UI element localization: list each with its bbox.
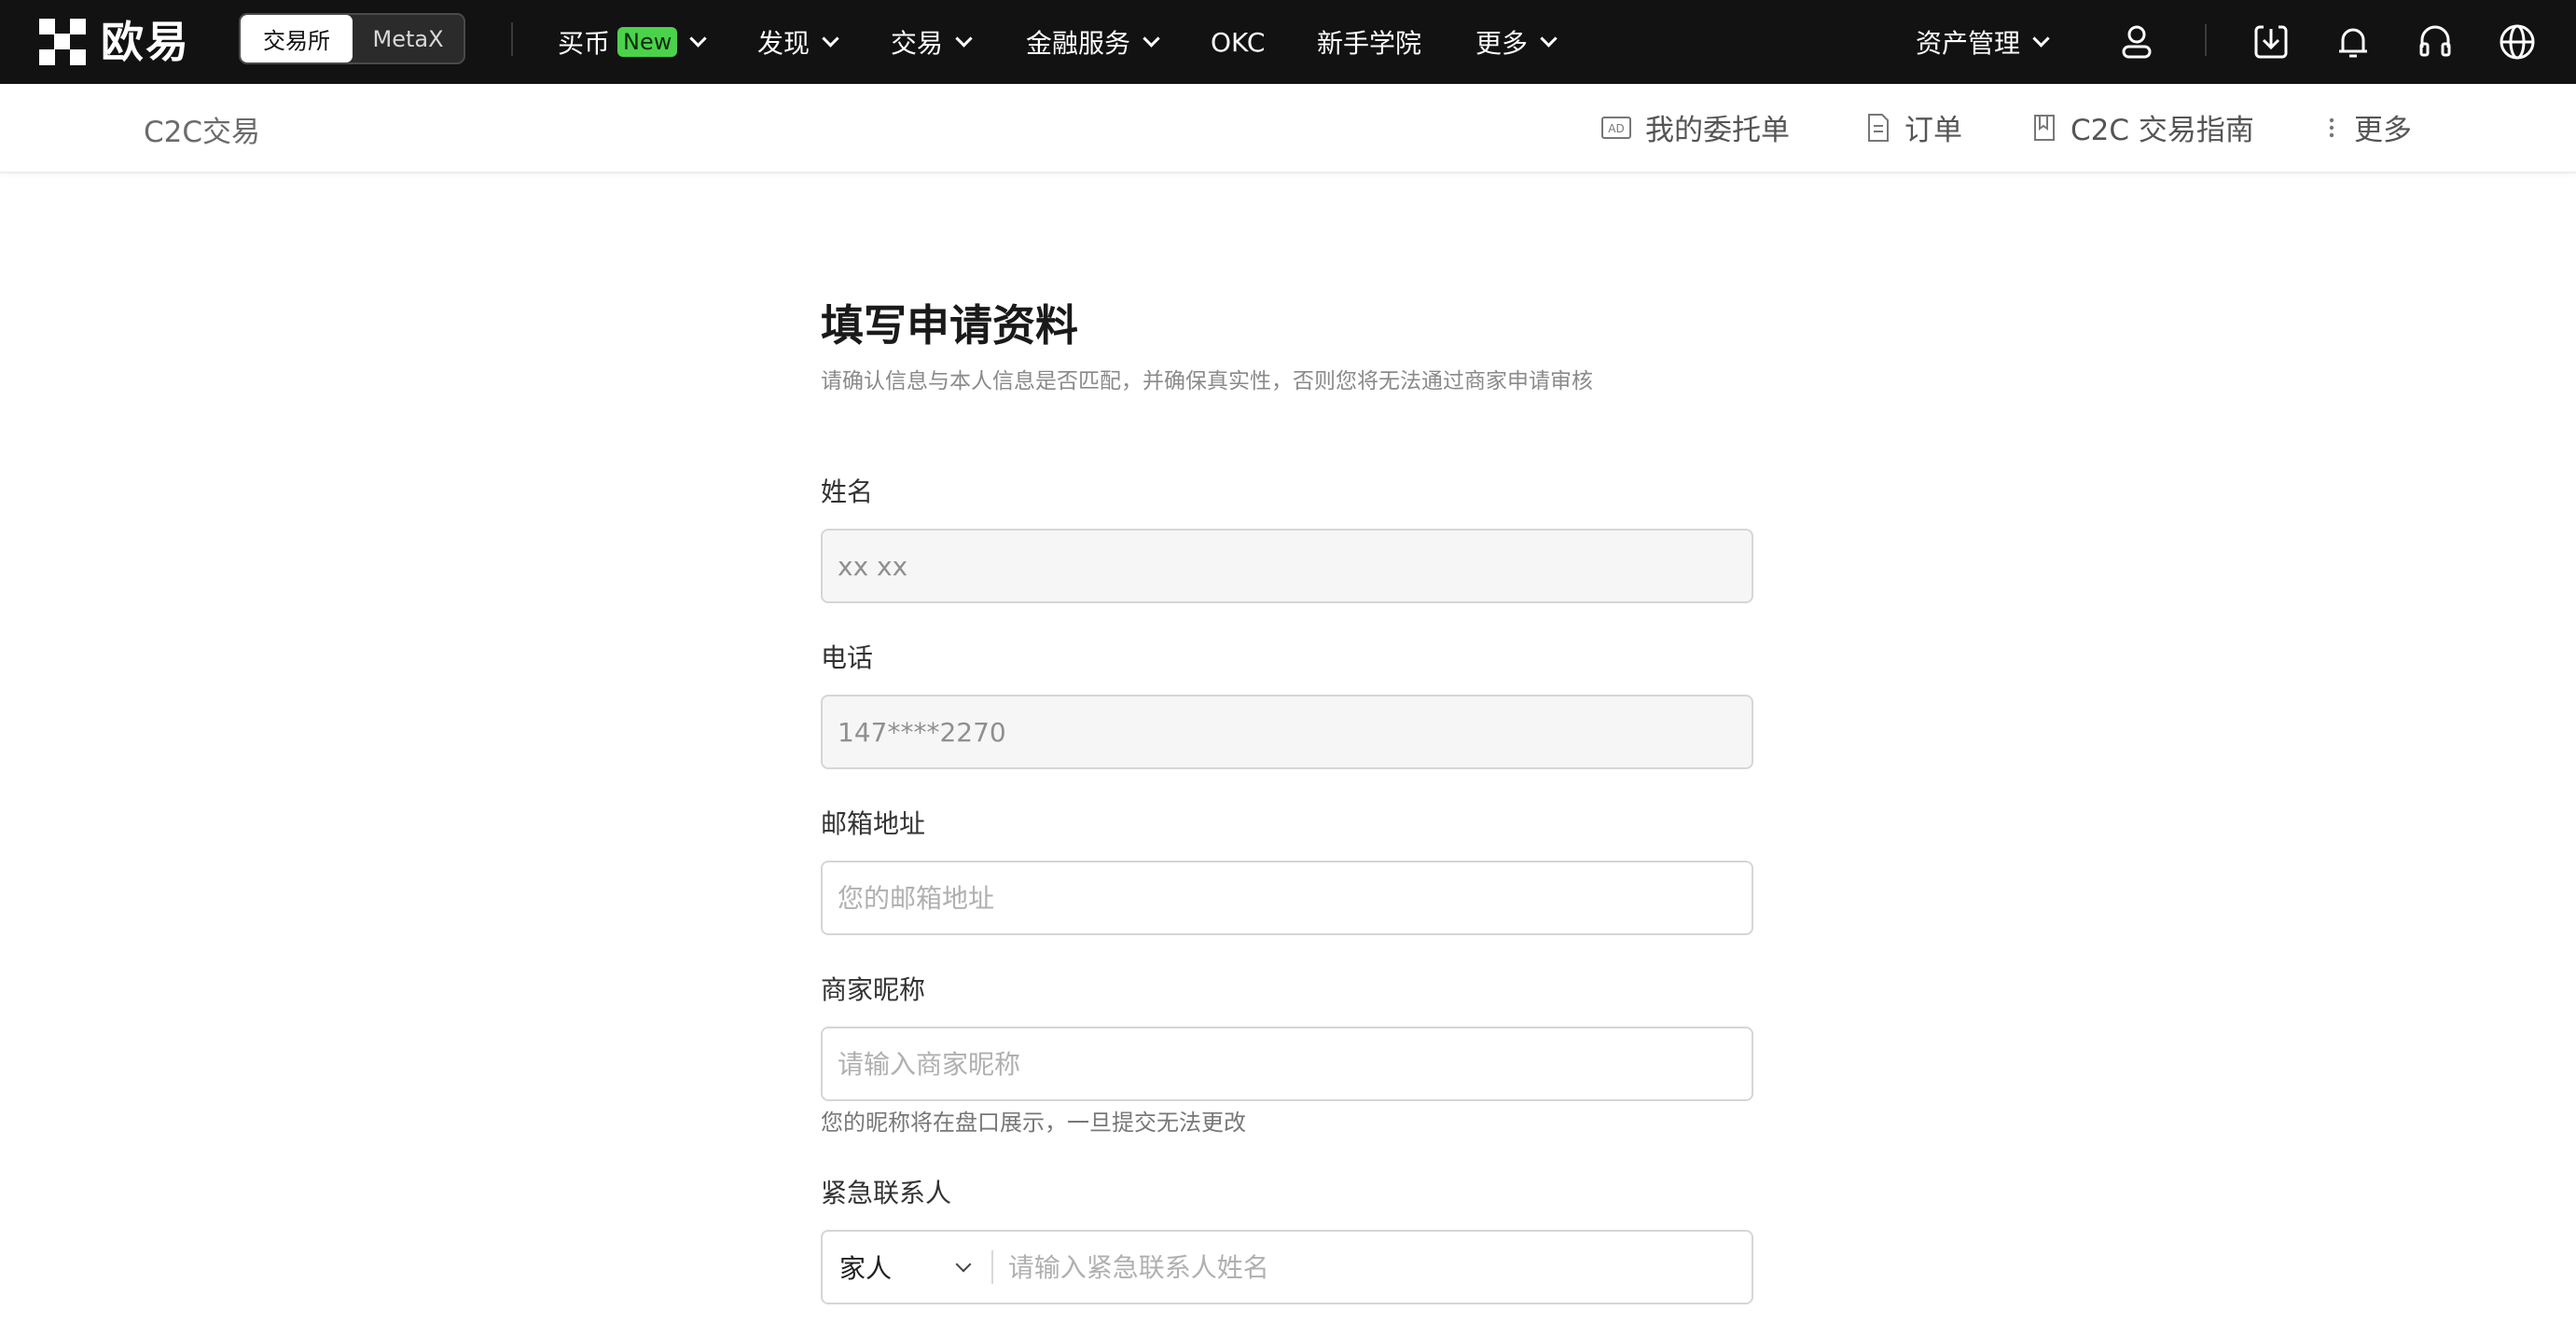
nickname-field-wrapper bbox=[821, 1027, 1753, 1101]
nickname-label: 商家昵称 bbox=[821, 974, 926, 1005]
top-navigation-bar: 欧易 交易所 MetaX 买币 New 发现 交易 金融服务 OKC 新手学院 … bbox=[0, 0, 2576, 84]
switch-metax-tab[interactable]: MetaX bbox=[353, 15, 464, 62]
c2c-guide-link[interactable]: C2C 交易指南 bbox=[2031, 106, 2254, 148]
support-button[interactable] bbox=[2410, 17, 2460, 67]
nav-discover-label: 发现 bbox=[757, 28, 810, 59]
nav-finance-label: 金融服务 bbox=[1026, 28, 1131, 59]
my-ads-label: 我的委托单 bbox=[1645, 114, 1790, 147]
notifications-button[interactable] bbox=[2328, 17, 2378, 67]
more-vertical-icon bbox=[2329, 117, 2334, 137]
platform-switcher: 交易所 MetaX bbox=[239, 13, 465, 64]
nav-okc-label: OKC bbox=[1211, 26, 1266, 58]
relation-select[interactable]: 家人 bbox=[839, 1248, 991, 1286]
phone-label: 电话 bbox=[821, 642, 874, 673]
chevron-down-icon bbox=[1143, 29, 1160, 48]
nickname-hint: 您的昵称将在盘口展示，一旦提交无法更改 bbox=[821, 1110, 1246, 1136]
chevron-down-icon bbox=[955, 1256, 972, 1273]
switch-exchange-tab[interactable]: 交易所 bbox=[241, 15, 353, 62]
nickname-input[interactable] bbox=[838, 1028, 1752, 1099]
nav-okc[interactable]: OKC bbox=[1211, 0, 1265, 84]
brand-logo[interactable]: 欧易 bbox=[39, 17, 190, 67]
ad-icon: AD bbox=[1601, 116, 1631, 139]
user-account-button[interactable] bbox=[2112, 17, 2162, 67]
c2c-guide-label: C2C 交易指南 bbox=[2070, 114, 2254, 147]
name-field: xx xx bbox=[821, 529, 1753, 603]
orders-link[interactable]: 订单 bbox=[1865, 106, 1962, 148]
orders-label: 订单 bbox=[1904, 114, 1962, 147]
chevron-down-icon bbox=[689, 29, 708, 48]
more-label: 更多 bbox=[2354, 114, 2412, 147]
more-menu-link[interactable]: 更多 bbox=[2322, 106, 2412, 148]
document-icon bbox=[1868, 113, 1889, 142]
nav-academy[interactable]: 新手学院 bbox=[1317, 0, 1421, 84]
email-label: 邮箱地址 bbox=[821, 808, 926, 839]
email-field-wrapper bbox=[821, 861, 1753, 935]
download-app-button[interactable] bbox=[2246, 17, 2296, 67]
language-button[interactable] bbox=[2492, 17, 2542, 67]
emergency-contact-field: 家人 bbox=[821, 1230, 1753, 1304]
chevron-down-icon bbox=[955, 29, 973, 48]
relation-value: 家人 bbox=[839, 1253, 893, 1284]
chevron-down-icon bbox=[1540, 29, 1558, 48]
nav-asset-management[interactable]: 资产管理 bbox=[1916, 0, 2051, 84]
form-subtitle: 请确认信息与本人信息是否匹配，并确保真实性，否则您将无法通过商家申请审核 bbox=[821, 369, 1593, 393]
user-icon bbox=[2122, 25, 2152, 59]
book-icon bbox=[2034, 114, 2055, 141]
nav-academy-label: 新手学院 bbox=[1317, 28, 1422, 59]
nav-buy-crypto[interactable]: 买币 New bbox=[558, 0, 708, 84]
nav-divider bbox=[511, 22, 513, 56]
nav-trade-label: 交易 bbox=[891, 28, 944, 59]
name-label: 姓名 bbox=[821, 476, 874, 507]
logo-mark-icon bbox=[39, 19, 86, 65]
bell-icon bbox=[2339, 28, 2367, 58]
new-badge: New bbox=[617, 27, 678, 57]
application-form-header: 填写申请资料 请确认信息与本人信息是否匹配，并确保真实性，否则您将无法通过商家申… bbox=[821, 298, 1753, 395]
name-value: xx xx bbox=[838, 550, 908, 582]
brand-name: 欧易 bbox=[101, 17, 190, 67]
form-title: 填写申请资料 bbox=[821, 300, 1078, 351]
download-icon bbox=[2254, 25, 2288, 59]
c2c-page-title[interactable]: C2C交易 bbox=[144, 108, 260, 150]
svg-text:AD: AD bbox=[1608, 122, 1624, 135]
nav-discover[interactable]: 发现 bbox=[757, 0, 840, 84]
phone-value: 147****2270 bbox=[838, 716, 1006, 748]
nav-divider bbox=[2205, 24, 2207, 56]
nav-buy-label: 买币 bbox=[558, 28, 611, 59]
chevron-down-icon bbox=[822, 29, 839, 48]
nav-more[interactable]: 更多 bbox=[1475, 0, 1558, 84]
c2c-sub-navigation: C2C交易 AD 我的委托单 订单 C2C 交易指南 更多 bbox=[0, 84, 2576, 173]
email-input[interactable] bbox=[838, 862, 1752, 933]
headset-icon bbox=[2419, 25, 2451, 57]
emergency-contact-name-input[interactable] bbox=[1007, 1232, 1752, 1303]
chevron-down-icon bbox=[2032, 29, 2050, 48]
nav-finance[interactable]: 金融服务 bbox=[1026, 0, 1161, 84]
globe-icon bbox=[2500, 24, 2535, 60]
nav-more-label: 更多 bbox=[1475, 28, 1529, 59]
nav-assets-label: 资产管理 bbox=[1916, 28, 2021, 59]
phone-field: 147****2270 bbox=[821, 695, 1753, 769]
field-divider bbox=[991, 1250, 993, 1284]
nav-trade[interactable]: 交易 bbox=[891, 0, 974, 84]
emergency-contact-label: 紧急联系人 bbox=[821, 1178, 952, 1208]
my-ads-link[interactable]: AD 我的委托单 bbox=[1600, 106, 1790, 148]
